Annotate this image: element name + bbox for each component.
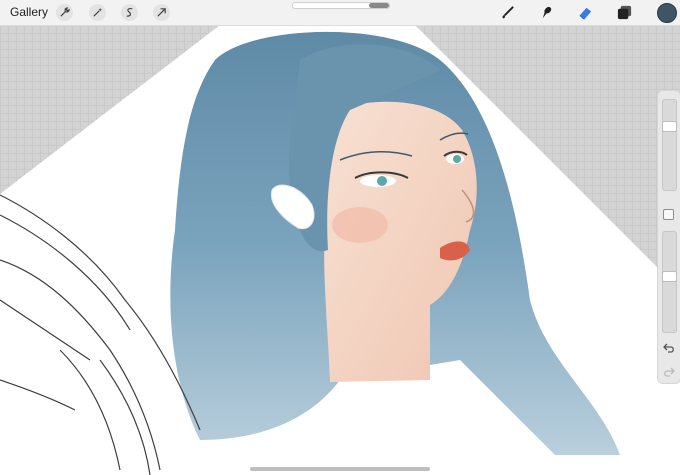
opacity-knob[interactable] xyxy=(662,271,677,283)
eraser-tool[interactable] xyxy=(576,3,595,22)
color-picker-button[interactable] xyxy=(657,3,677,23)
smudge-icon xyxy=(542,6,552,19)
modify-button[interactable] xyxy=(663,209,674,220)
actions-wrench-button[interactable] xyxy=(56,4,73,21)
wrench-icon xyxy=(60,7,70,17)
home-indicator xyxy=(250,467,430,471)
gallery-button[interactable]: Gallery xyxy=(10,5,48,19)
layers-icon xyxy=(617,5,632,20)
magic-wand-icon xyxy=(93,7,103,17)
opacity-slider[interactable] xyxy=(662,231,677,333)
selection-s-icon xyxy=(126,8,133,17)
eraser-icon xyxy=(579,7,592,20)
adjustments-button[interactable] xyxy=(89,4,106,21)
transform-button[interactable] xyxy=(153,4,170,21)
brush-icon xyxy=(502,6,514,19)
undo-icon[interactable] xyxy=(662,341,676,355)
transform-arrow-icon xyxy=(157,8,166,17)
brush-size-knob[interactable] xyxy=(662,121,677,133)
canvas-handle[interactable] xyxy=(292,2,390,9)
smudge-tool[interactable] xyxy=(537,3,556,22)
redo-icon[interactable] xyxy=(662,365,676,379)
selection-button[interactable] xyxy=(121,4,138,21)
brush-size-slider[interactable] xyxy=(662,99,677,191)
top-toolbar: Gallery xyxy=(0,0,680,26)
drawing-canvas[interactable] xyxy=(0,0,680,475)
side-panel xyxy=(657,90,680,384)
layers-tool[interactable] xyxy=(615,3,634,22)
brush-tool[interactable] xyxy=(498,3,517,22)
